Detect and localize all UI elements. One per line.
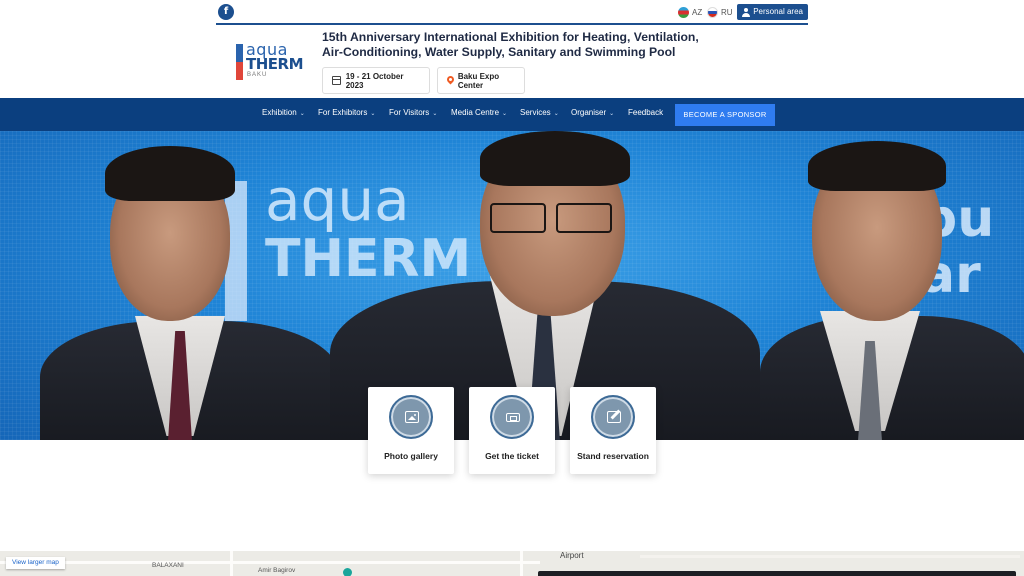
- dates-badge: 19 - 21 October 2023: [322, 67, 430, 94]
- photo-gallery-label: Photo gallery: [384, 451, 438, 461]
- ru-flag-icon: [707, 7, 718, 18]
- nav-item-exhibition[interactable]: Exhibition ⌄: [262, 108, 305, 117]
- personal-area-label: Personal area: [753, 7, 803, 16]
- map-poi-icon[interactable]: [343, 568, 352, 576]
- aquatherm-logo[interactable]: aqua THERM BAKU: [236, 40, 304, 80]
- nav-item-organiser[interactable]: Organiser ⌄: [571, 108, 614, 117]
- nav-item-services[interactable]: Services ⌄: [520, 108, 559, 117]
- chevron-down-icon: ⌄: [299, 111, 305, 117]
- nav-label: Media Centre: [451, 108, 500, 117]
- nav-label: Services: [520, 108, 551, 117]
- photo-gallery-card[interactable]: Photo gallery: [368, 387, 454, 474]
- nav-item-feedback[interactable]: Feedback: [628, 108, 663, 117]
- get-ticket-card[interactable]: Get the ticket: [469, 387, 555, 474]
- nav-label: For Exhibitors: [318, 108, 368, 117]
- lang-az-label: AZ: [692, 8, 703, 17]
- lang-ru-link[interactable]: RU: [707, 7, 733, 18]
- logo-text-therm: THERM: [246, 55, 304, 73]
- venue-label: Baku Expo Center: [457, 71, 500, 90]
- page: f AZ RU Personal area aqua THERM BAKU 15…: [0, 0, 1024, 576]
- card-icon-circle: [389, 395, 433, 439]
- nav-item-for-exhibitors[interactable]: For Exhibitors ⌄: [318, 108, 375, 117]
- card-icon-circle: [490, 395, 534, 439]
- stand-reservation-card[interactable]: Stand reservation: [570, 387, 656, 474]
- nav-item-for-visitors[interactable]: For Visitors ⌄: [389, 108, 437, 117]
- image-icon: [405, 411, 419, 423]
- map-label-airport: Airport: [560, 551, 584, 560]
- get-ticket-label: Get the ticket: [485, 451, 539, 461]
- personal-area-button[interactable]: Personal area: [737, 4, 808, 20]
- become-sponsor-button[interactable]: BECOME A SPONSOR: [675, 104, 775, 126]
- nav-label: Feedback: [628, 108, 664, 117]
- map-overlay-panel: [538, 571, 1016, 576]
- nav-item-media-centre[interactable]: Media Centre ⌄: [451, 108, 507, 117]
- view-larger-map-link[interactable]: View larger map: [6, 557, 65, 569]
- map-label-street: Amir Bagirov: [258, 567, 296, 574]
- map-label-balaxani: BALAXANI: [152, 562, 184, 569]
- nav-label: For Visitors: [389, 108, 430, 117]
- stand-reservation-label: Stand reservation: [577, 451, 649, 461]
- title-line-1: 15th Anniversary International Exhibitio…: [322, 30, 699, 44]
- main-nav: Exhibition ⌄ For Exhibitors ⌄ For Visitors…: [0, 98, 1024, 131]
- lang-ru-label: RU: [721, 8, 733, 17]
- title-line-2: Air-Conditioning, Water Supply, Sanitary…: [322, 44, 676, 59]
- logo-mark: [236, 44, 243, 80]
- chevron-down-icon: ⌄: [502, 111, 508, 117]
- person-left: [40, 131, 360, 440]
- top-utility-bar: f AZ RU Personal area: [216, 0, 808, 25]
- chevron-down-icon: ⌄: [609, 111, 615, 117]
- lang-az-link[interactable]: AZ: [678, 7, 702, 18]
- ticket-icon: [506, 413, 520, 422]
- card-icon-circle: [591, 395, 635, 439]
- logo-text-baku: BAKU: [247, 72, 268, 78]
- chevron-down-icon: ⌄: [370, 111, 376, 117]
- embedded-map[interactable]: View larger map BALAXANI Amir Bagirov Ai…: [0, 551, 1024, 576]
- calendar-icon: [332, 76, 341, 85]
- page-title: 15th Anniversary International Exhibitio…: [322, 30, 722, 59]
- az-flag-icon: [678, 7, 689, 18]
- dates-label: 19 - 21 October 2023: [345, 71, 404, 90]
- map-pin-icon: [447, 76, 453, 85]
- user-icon: [742, 7, 751, 17]
- edit-icon: [607, 411, 621, 423]
- facebook-icon[interactable]: f: [218, 4, 234, 20]
- nav-label: Exhibition: [262, 108, 297, 117]
- chevron-down-icon: ⌄: [432, 111, 438, 117]
- person-right: [760, 131, 1024, 440]
- venue-badge[interactable]: Baku Expo Center: [437, 67, 525, 94]
- nav-label: Organiser: [571, 108, 607, 117]
- chevron-down-icon: ⌄: [553, 111, 559, 117]
